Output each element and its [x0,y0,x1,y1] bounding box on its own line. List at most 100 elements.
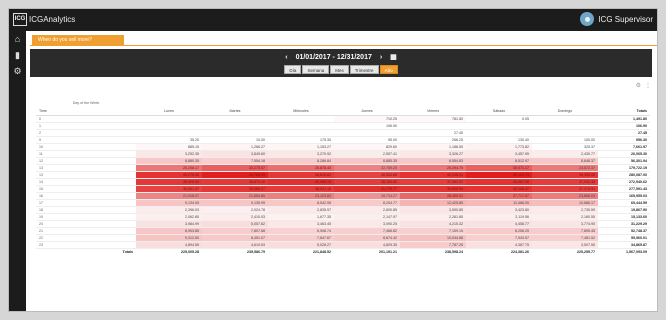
row-total: 106.90 [598,122,650,130]
table-row: 13 25,208.17 30,275.07 26,878.40 22,789.25 25… [36,164,650,172]
heat-cell: 26,878.40 [268,164,334,172]
heat-cell [466,122,532,130]
calendar-icon[interactable]: ▦ [390,54,397,61]
heat-cell: 8,451.07 [202,234,268,242]
heat-cell [532,129,598,137]
column-total: 235,586.79 [202,247,268,255]
heat-cell: 40,995.15 [268,178,334,186]
heat-cell: 2,024.78 [202,206,268,214]
logo-badge: ICG [13,13,27,26]
home-icon[interactable]: ⌂ [9,31,26,47]
chevron-right-icon[interactable]: › [380,54,382,61]
heat-cell: 4,894.55 [136,241,202,249]
heat-cell: 40,108.47 [466,185,532,193]
chevron-left-icon[interactable]: ‹ [285,54,287,61]
period-tab[interactable]: Mes [330,65,349,74]
hour-label: 2 [36,129,136,137]
column-header[interactable]: Miércoles [268,107,334,116]
settings-icon[interactable]: ⚙ [636,82,641,89]
filter-tab[interactable]: When do you sell more? [32,35,124,45]
column-header[interactable]: Martes [202,107,268,116]
heat-cell: 3,849.60 [202,150,268,158]
heat-cell: 38,189.80 [334,178,400,186]
period-tab[interactable]: Día [284,65,302,74]
heat-cell: 2,396.93 [136,206,202,214]
row-total: 956.30 [598,136,650,144]
table-row: 18 2,396.93 2,024.78 2,835.97 2,600.85 3,590.… [36,206,650,214]
heat-cell: 3,252.35 [136,150,202,158]
date-range: 01/01/2017 - 12/31/2017 [295,54,372,61]
hour-label: 18 [36,206,136,214]
heat-cell: 36,553.86 [334,171,400,179]
heat-cell [136,115,202,123]
heat-cell: 41,178.77 [334,185,400,193]
user-menu[interactable]: ICG Supervisor [580,12,653,26]
divider [30,45,657,46]
bar-chart-icon[interactable]: ▮ [9,47,26,63]
heat-cell [532,122,598,130]
heat-cell: 8,554.83 [400,157,466,165]
heat-cell: 7,543.57 [466,234,532,242]
hour-label: 0 [36,115,136,123]
heat-cell: 3,326.27 [400,150,466,158]
table-row: 23 4,894.55 4,619.53 5,028.27 4,829.35 7,787.… [36,241,650,249]
column-header[interactable]: Jueves [334,107,400,116]
period-tabs: Día Semana Mes Trimestre Año [30,65,652,74]
column-total: 224,381.26 [466,247,532,255]
heat-cell: 23,123.82 [268,192,334,200]
heat-cell: 36,551.57 [136,185,202,193]
heat-cell [136,122,202,130]
heat-cell [400,122,466,130]
heat-cell: 10.00 [202,136,268,144]
heat-cell: 7,554.18 [202,157,268,165]
heat-cell: 28,400.91 [400,192,466,200]
heat-cell: 21,918.07 [136,192,202,200]
app-logo[interactable]: ICG ICGAnalytics [13,13,75,26]
heat-cell: 95.00 [334,136,400,144]
row-total: 277,591.43 [598,185,650,193]
period-tab[interactable]: Año [379,65,398,74]
heat-cell: 10,044.88 [400,234,466,242]
heat-cell: 39,068.27 [202,185,268,193]
heat-cell: 4,619.53 [202,241,268,249]
date-navigator: ‹ 01/01/2017 - 12/31/2017 › ▦ [30,53,652,61]
gear-icon[interactable]: ⚙ [9,63,26,79]
app-window: ICG ICGAnalytics ICG Supervisor ⌂ ▮ ⚙ Wh… [8,8,658,312]
column-total: 221,848.52 [268,247,334,255]
hour-label: 20 [36,220,136,228]
table-row: 14 38,928.55 38,870.40 40,995.15 38,189.80 37… [36,178,650,186]
row-total: 272,940.62 [598,178,650,186]
column-header[interactable]: Viernes [400,107,466,116]
heat-cell: 40,275.40 [136,171,202,179]
row-total: 31,229.29 [598,220,650,228]
heat-cell [334,129,400,137]
column-header[interactable]: Domingo [532,107,598,116]
table-row: 19 2,062.85 2,410.03 1,677.35 2,147.97 2,281.… [36,213,650,221]
table-row: 0 710.25 781.50 0.05 1,491.80 [36,115,650,123]
heat-cell: 7,847.67 [268,234,334,242]
top-bar: ICG ICGAnalytics ICG Supervisor [9,9,657,31]
heat-cell: 2,160.55 [532,213,598,221]
totals-header: Totals [598,107,650,116]
heat-cell: 2,557.41 [334,150,400,158]
period-tab[interactable]: Trimestre [349,65,379,74]
column-total: 225,255.77 [532,247,598,255]
heat-cell: 8,885.35 [334,157,400,165]
hour-label: 21 [36,227,136,235]
heat-cell: 4,387.75 [466,241,532,249]
heat-cell: 38,870.40 [202,178,268,186]
column-header[interactable]: Sábado [466,107,532,116]
heat-cell: 710.25 [334,115,400,123]
heat-cell: 7,466.82 [334,227,400,235]
hour-label: 19 [36,213,136,221]
heat-cell [466,129,532,137]
more-icon[interactable]: ⋮ [645,82,651,89]
heat-cell: 3,090.25 [334,220,400,228]
heat-cell [202,115,268,123]
heat-cell: 6,908.74 [268,227,334,235]
row-total: 165,955.03 [598,192,650,200]
heat-cell: 829.60 [334,143,400,151]
column-header[interactable]: Lunes [136,107,202,116]
period-tab[interactable]: Semana [302,65,330,74]
table-row: 15 36,551.57 39,068.27 38,511.16 41,178.77 39… [36,185,650,193]
